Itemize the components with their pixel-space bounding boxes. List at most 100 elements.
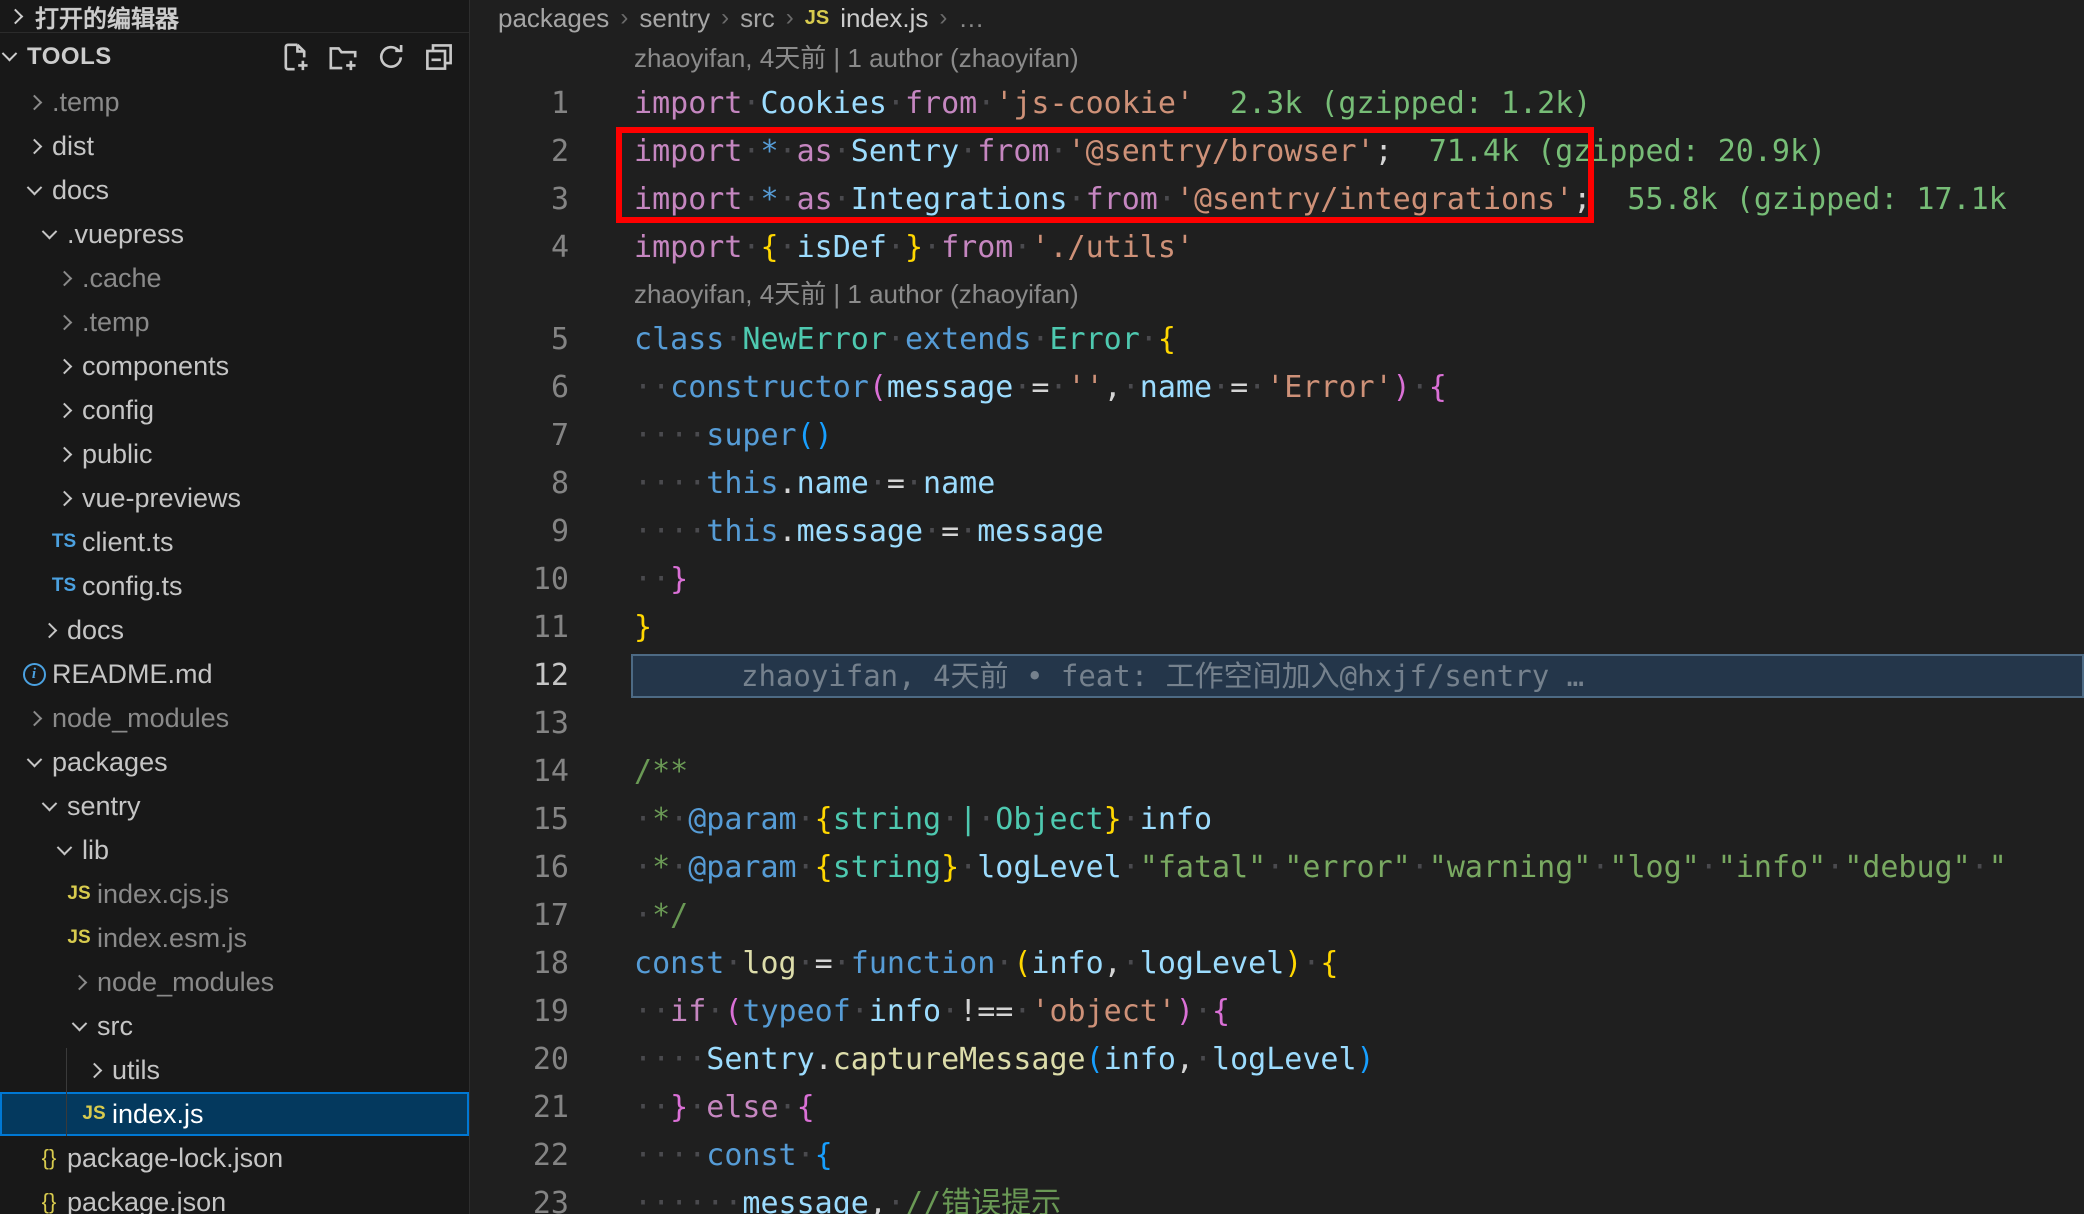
code-line-19[interactable]: 19··if·(typeof·info·!==·'object')·{ bbox=[471, 988, 2084, 1036]
tree-item-node_modules[interactable]: node_modules bbox=[0, 960, 469, 1004]
code-line-6[interactable]: 6··constructor(message·=·'',·name·=·'Err… bbox=[471, 364, 2084, 412]
line-number: 23 bbox=[471, 1180, 569, 1214]
code-line-4[interactable]: 4import·{·isDef·}·from·'./utils' bbox=[471, 224, 2084, 272]
code-text: class·NewError·extends·Error·{ bbox=[634, 316, 1176, 364]
code-line-20[interactable]: 20····Sentry.captureMessage(info,·logLev… bbox=[471, 1036, 2084, 1084]
code-line-18[interactable]: 18const·log·=·function·(info,·logLevel)·… bbox=[471, 940, 2084, 988]
code-line-22[interactable]: 22····const·{ bbox=[471, 1132, 2084, 1180]
code-line-1[interactable]: 1import·Cookies·from·'js-cookie' 2.3k (g… bbox=[471, 80, 2084, 128]
chevron-down-icon bbox=[41, 223, 57, 239]
code-line-15[interactable]: 15·*·@param·{string·|·Object}·info bbox=[471, 796, 2084, 844]
code-line-5[interactable]: 5class·NewError·extends·Error·{ bbox=[471, 316, 2084, 364]
chevron-right-icon bbox=[86, 1062, 102, 1078]
code-line-17[interactable]: 17·*/ bbox=[471, 892, 2084, 940]
tree-item-index.esm.js[interactable]: JSindex.esm.js bbox=[0, 916, 469, 960]
tree-item-components[interactable]: components bbox=[0, 344, 469, 388]
tree-item-client.ts[interactable]: TSclient.ts bbox=[0, 520, 469, 564]
code-text: import·Cookies·from·'js-cookie' 2.3k (gz… bbox=[634, 80, 1591, 128]
tree-item-lib[interactable]: lib bbox=[0, 828, 469, 872]
code-text: ····const·{ bbox=[634, 1132, 833, 1180]
tree-item-index.js[interactable]: JSindex.js bbox=[0, 1092, 469, 1136]
code-line-8[interactable]: 8····this.name·=·name bbox=[471, 460, 2084, 508]
sidebar: 打开的编辑器 TOOLS .tempdistdocs.vuepress.cach… bbox=[0, 0, 470, 1214]
tree-item-config.ts[interactable]: TSconfig.ts bbox=[0, 564, 469, 608]
info-file-icon: i bbox=[23, 663, 46, 686]
chevron-right-icon bbox=[56, 402, 72, 418]
folder-twistie bbox=[46, 845, 82, 856]
open-editors-header[interactable]: 打开的编辑器 bbox=[0, 0, 469, 33]
breadcrumb-item-sentry[interactable]: sentry bbox=[639, 3, 710, 34]
line-number: 13 bbox=[471, 700, 569, 748]
code-line-14[interactable]: 14/** bbox=[471, 748, 2084, 796]
folder-twistie bbox=[16, 141, 52, 152]
tree-item-src[interactable]: src bbox=[0, 1004, 469, 1048]
tree-item-label: sentry bbox=[67, 791, 141, 822]
tree-item-packages[interactable]: packages bbox=[0, 740, 469, 784]
code-line-23[interactable]: 23 ······message,·//错误提示 bbox=[471, 1180, 2084, 1214]
tree-item-node_modules[interactable]: node_modules bbox=[0, 696, 469, 740]
tree-item-sentry[interactable]: sentry bbox=[0, 784, 469, 828]
breadcrumb-item-…[interactable]: … bbox=[958, 3, 984, 34]
refresh-icon[interactable] bbox=[375, 41, 406, 72]
tree-item-.vuepress[interactable]: .vuepress bbox=[0, 212, 469, 256]
blame-codelens[interactable]: zhaoyifan, 4天前 | 1 author (zhaoyifan) bbox=[634, 272, 2084, 316]
tree-item-.temp[interactable]: .temp bbox=[0, 300, 469, 344]
breadcrumb: packages›sentry›src›JSindex.js›… bbox=[471, 0, 2084, 36]
json-file-icon: {} bbox=[42, 1189, 57, 1214]
breadcrumb-item-src[interactable]: src bbox=[740, 3, 775, 34]
tree-item-.cache[interactable]: .cache bbox=[0, 256, 469, 300]
code-line-12[interactable]: 12zhaoyifan, 4天前 • feat: 工作空间加入@hxjf/sen… bbox=[471, 652, 2084, 700]
tree-item-.temp[interactable]: .temp bbox=[0, 80, 469, 124]
tree-item-label: packages bbox=[52, 747, 168, 778]
tree-item-package.json[interactable]: {}package.json bbox=[0, 1180, 469, 1214]
tree-item-index.cjs.js[interactable]: JSindex.cjs.js bbox=[0, 872, 469, 916]
file-icon-slot: {} bbox=[31, 1189, 67, 1214]
folder-twistie bbox=[61, 1021, 97, 1032]
tree-item-utils[interactable]: utils bbox=[0, 1048, 469, 1092]
tree-item-package-lock.json[interactable]: {}package-lock.json bbox=[0, 1136, 469, 1180]
chevron-down-icon bbox=[41, 795, 57, 811]
folder-twistie bbox=[46, 405, 82, 416]
tree-item-label: .temp bbox=[82, 307, 150, 338]
code-text: import·{·isDef·}·from·'./utils' bbox=[634, 224, 1194, 272]
tree-item-dist[interactable]: dist bbox=[0, 124, 469, 168]
tree-item-vue-previews[interactable]: vue-previews bbox=[0, 476, 469, 520]
tree-item-label: .cache bbox=[82, 263, 162, 294]
code-line-9[interactable]: 9····this.message·=·message bbox=[471, 508, 2084, 556]
tree-item-README.md[interactable]: iREADME.md bbox=[0, 652, 469, 696]
tree-item-docs[interactable]: docs bbox=[0, 168, 469, 212]
blame-codelens[interactable]: zhaoyifan, 4天前 | 1 author (zhaoyifan) bbox=[634, 36, 2084, 80]
tools-section-header[interactable]: TOOLS bbox=[0, 33, 469, 80]
folder-twistie bbox=[31, 229, 67, 240]
code-text: /** bbox=[634, 748, 688, 796]
code-line-7[interactable]: 7····super() bbox=[471, 412, 2084, 460]
tree-item-docs[interactable]: docs bbox=[0, 608, 469, 652]
tree-item-label: node_modules bbox=[97, 967, 274, 998]
code-text: ······message,·//错误提示 bbox=[634, 1180, 1061, 1214]
code-line-2[interactable]: 2import·*·as·Sentry·from·'@sentry/browse… bbox=[471, 128, 2084, 176]
folder-twistie bbox=[46, 361, 82, 372]
folder-twistie bbox=[16, 97, 52, 108]
collapse-all-icon[interactable] bbox=[423, 41, 454, 72]
open-editors-label: 打开的编辑器 bbox=[35, 0, 179, 34]
tree-item-label: client.ts bbox=[82, 527, 174, 558]
breadcrumb-item-packages[interactable]: packages bbox=[498, 3, 609, 34]
folder-twistie bbox=[46, 273, 82, 284]
tree-item-public[interactable]: public bbox=[0, 432, 469, 476]
code-line-11[interactable]: 11} bbox=[471, 604, 2084, 652]
tree-item-label: lib bbox=[82, 835, 109, 866]
code-line-10[interactable]: 10··} bbox=[471, 556, 2084, 604]
code-text: } bbox=[634, 604, 652, 652]
new-file-icon[interactable] bbox=[279, 41, 310, 72]
breadcrumb-item-index.js[interactable]: index.js bbox=[840, 3, 928, 34]
current-line-blame-highlight: zhaoyifan, 4天前 • feat: 工作空间加入@hxjf/sentr… bbox=[631, 654, 2084, 698]
code-line-3[interactable]: 3import·*·as·Integrations·from·'@sentry/… bbox=[471, 176, 2084, 224]
code-text: ····Sentry.captureMessage(info,·logLevel… bbox=[634, 1036, 1375, 1084]
tree-item-config[interactable]: config bbox=[0, 388, 469, 432]
code-line-21[interactable]: 21··}·else·{ bbox=[471, 1084, 2084, 1132]
file-icon-slot: {} bbox=[31, 1145, 67, 1171]
code-line-16[interactable]: 16·*·@param·{string}·logLevel·"fatal"·"e… bbox=[471, 844, 2084, 892]
new-folder-icon[interactable] bbox=[327, 41, 358, 72]
code-line-13[interactable]: 13 bbox=[471, 700, 2084, 748]
chevron-down-icon bbox=[56, 839, 72, 855]
